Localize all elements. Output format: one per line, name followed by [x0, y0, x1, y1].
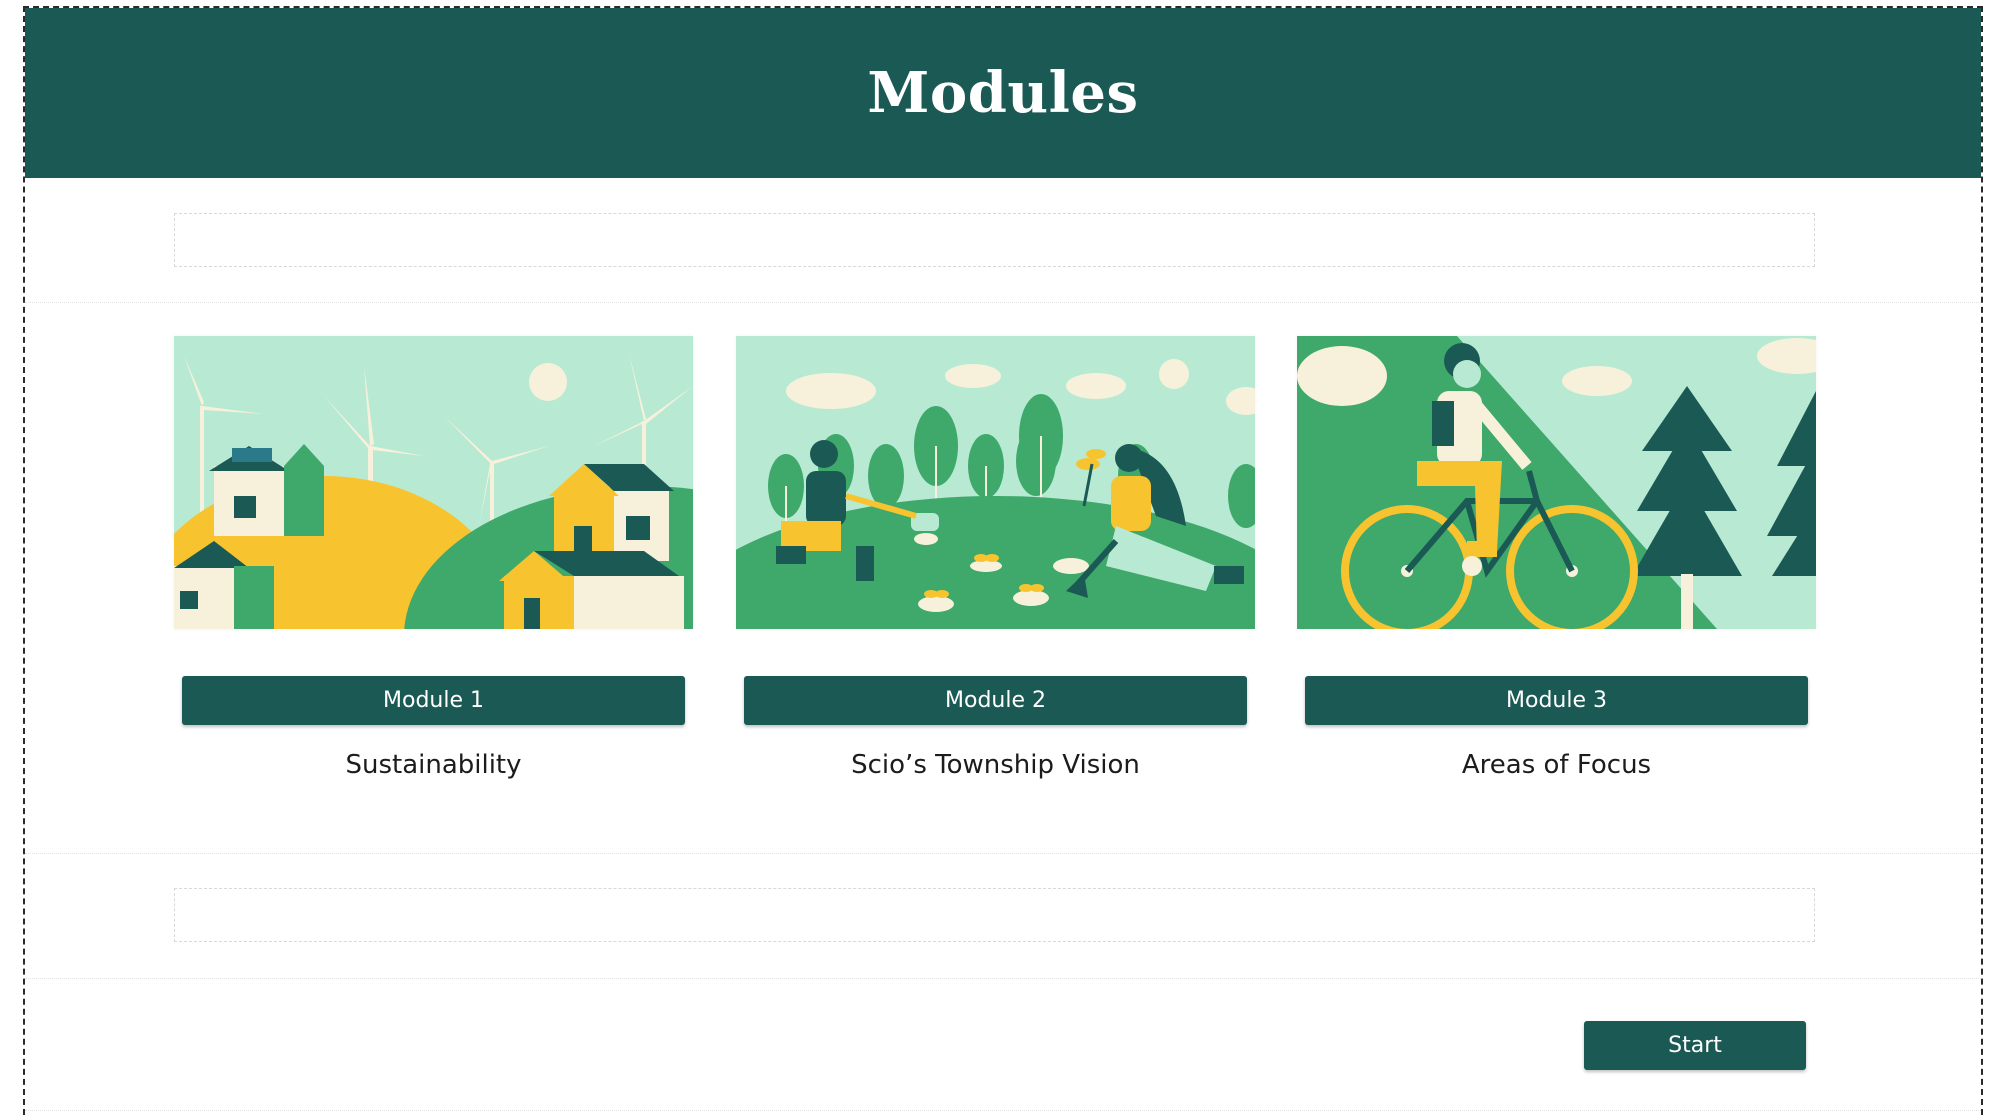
empty-content-block-top: [174, 213, 1815, 267]
module-card-1: Module 1 Sustainability: [174, 336, 693, 780]
module-2-image: [736, 336, 1255, 629]
module-2-button[interactable]: Module 2: [744, 676, 1247, 725]
module-1-title: Sustainability: [345, 750, 522, 780]
module-card-3: Module 3 Areas of Focus: [1297, 336, 1816, 780]
divider: [25, 853, 1981, 854]
module-2-title: Scio’s Township Vision: [851, 750, 1140, 780]
page-header: Modules: [25, 8, 1981, 178]
start-button[interactable]: Start: [1584, 1021, 1806, 1070]
divider: [25, 302, 1981, 303]
module-3-image: [1297, 336, 1816, 629]
divider: [25, 1110, 1981, 1111]
module-card-2: Module 2 Scio’s Township Vision: [736, 336, 1255, 780]
module-3-button[interactable]: Module 3: [1305, 676, 1808, 725]
module-1-button[interactable]: Module 1: [182, 676, 685, 725]
divider: [25, 978, 1981, 979]
module-3-title: Areas of Focus: [1461, 750, 1652, 780]
page-title: Modules: [867, 60, 1139, 126]
empty-content-block-bottom: [174, 888, 1815, 942]
module-1-image: [174, 336, 693, 629]
